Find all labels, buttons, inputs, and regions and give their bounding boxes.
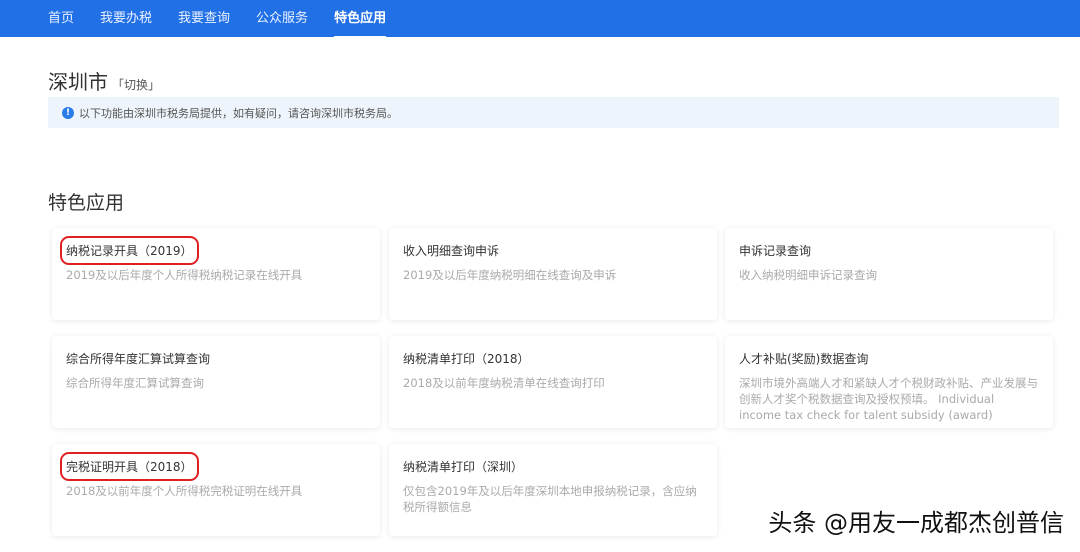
nav-handle-tax[interactable]: 我要办税 [100, 0, 152, 37]
nav-query[interactable]: 我要查询 [178, 0, 230, 37]
section-title: 特色应用 [48, 192, 125, 214]
nav-home[interactable]: 首页 [48, 0, 74, 37]
card-title: 纳税清单打印（深圳） [403, 460, 524, 474]
card-title: 纳税清单打印（2018） [403, 352, 530, 366]
card-income-detail[interactable]: 收入明细查询申诉 2019及以后年度纳税明细在线查询及申诉 [389, 228, 717, 320]
card-tax-record-2019[interactable]: 纳税记录开具（2019） 2019及以后年度个人所得税纳税记录在线开具 [52, 228, 380, 320]
card-tax-certificate-2018[interactable]: 完税证明开具（2018） 2018及以前年度个人所得税完税证明在线开具 [52, 444, 380, 536]
card-appeal-record[interactable]: 申诉记录查询收入纳税明细申诉记录查询 [725, 228, 1053, 320]
top-nav: 首页 我要办税 我要查询 公众服务 特色应用 [0, 0, 1080, 39]
card-desc: 收入纳税明细申诉记录查询 [739, 268, 877, 282]
card-title: 完税证明开具（2018） [60, 452, 199, 481]
card-desc: 2019及以后年度纳税明细在线查询及申诉 [403, 268, 617, 282]
card-title: 申诉记录查询 [739, 244, 812, 258]
watermark: 头条 @用友一成都杰创普信 [768, 509, 1064, 537]
card-desc: 深圳市境外高端人才和紧缺人才个税财政补贴、产业发展与创新人才奖个税数据查询及授权… [739, 376, 1038, 422]
card-tax-list-shenzhen[interactable]: 纳税清单打印（深圳） 仅包含2019年及以后年度深圳本地申报纳税记录，含应纳税所得… [389, 444, 717, 536]
notice-text: 以下功能由深圳市税务局提供，如有疑问，请咨询深圳市税务局。 [79, 106, 398, 120]
card-title: 纳税记录开具（2019） [60, 236, 199, 265]
city-name: 深圳市 [48, 70, 108, 94]
nav-featured-apps[interactable]: 特色应用 [334, 0, 387, 39]
card-title: 综合所得年度汇算试算查询 [66, 352, 211, 366]
card-tax-list-2018[interactable]: 纳税清单打印（2018） 2018及以前年度纳税清单在线查询打印 [389, 336, 717, 428]
notice-bar: ! 以下功能由深圳市税务局提供，如有疑问，请咨询深圳市税务局。 [48, 97, 1059, 128]
card-title: 人才补贴(奖励)数据查询 [739, 352, 869, 366]
nav-public-service[interactable]: 公众服务 [256, 0, 308, 37]
card-desc: 2019及以后年度个人所得税纳税记录在线开具 [66, 268, 303, 282]
card-desc: 2018及以前年度个人所得税完税证明在线开具 [66, 484, 303, 498]
card-title: 收入明细查询申诉 [403, 244, 500, 258]
switch-city-link[interactable]: 「切换」 [112, 76, 160, 93]
card-annual-settlement[interactable]: 综合所得年度汇算试算查询 综合所得年度汇算试算查询 [52, 336, 380, 428]
card-desc: 2018及以前年度纳税清单在线查询打印 [403, 376, 605, 390]
card-desc: 综合所得年度汇算试算查询 [66, 376, 204, 390]
card-talent-subsidy[interactable]: 人才补贴(奖励)数据查询深圳市境外高端人才和紧缺人才个税财政补贴、产业发展与创新… [725, 336, 1053, 428]
city-header: 深圳市 「切换」 [48, 66, 160, 95]
info-icon: ! [62, 106, 74, 119]
card-desc: 仅包含2019年及以后年度深圳本地申报纳税记录，含应纳税所得额信息 [403, 484, 697, 514]
